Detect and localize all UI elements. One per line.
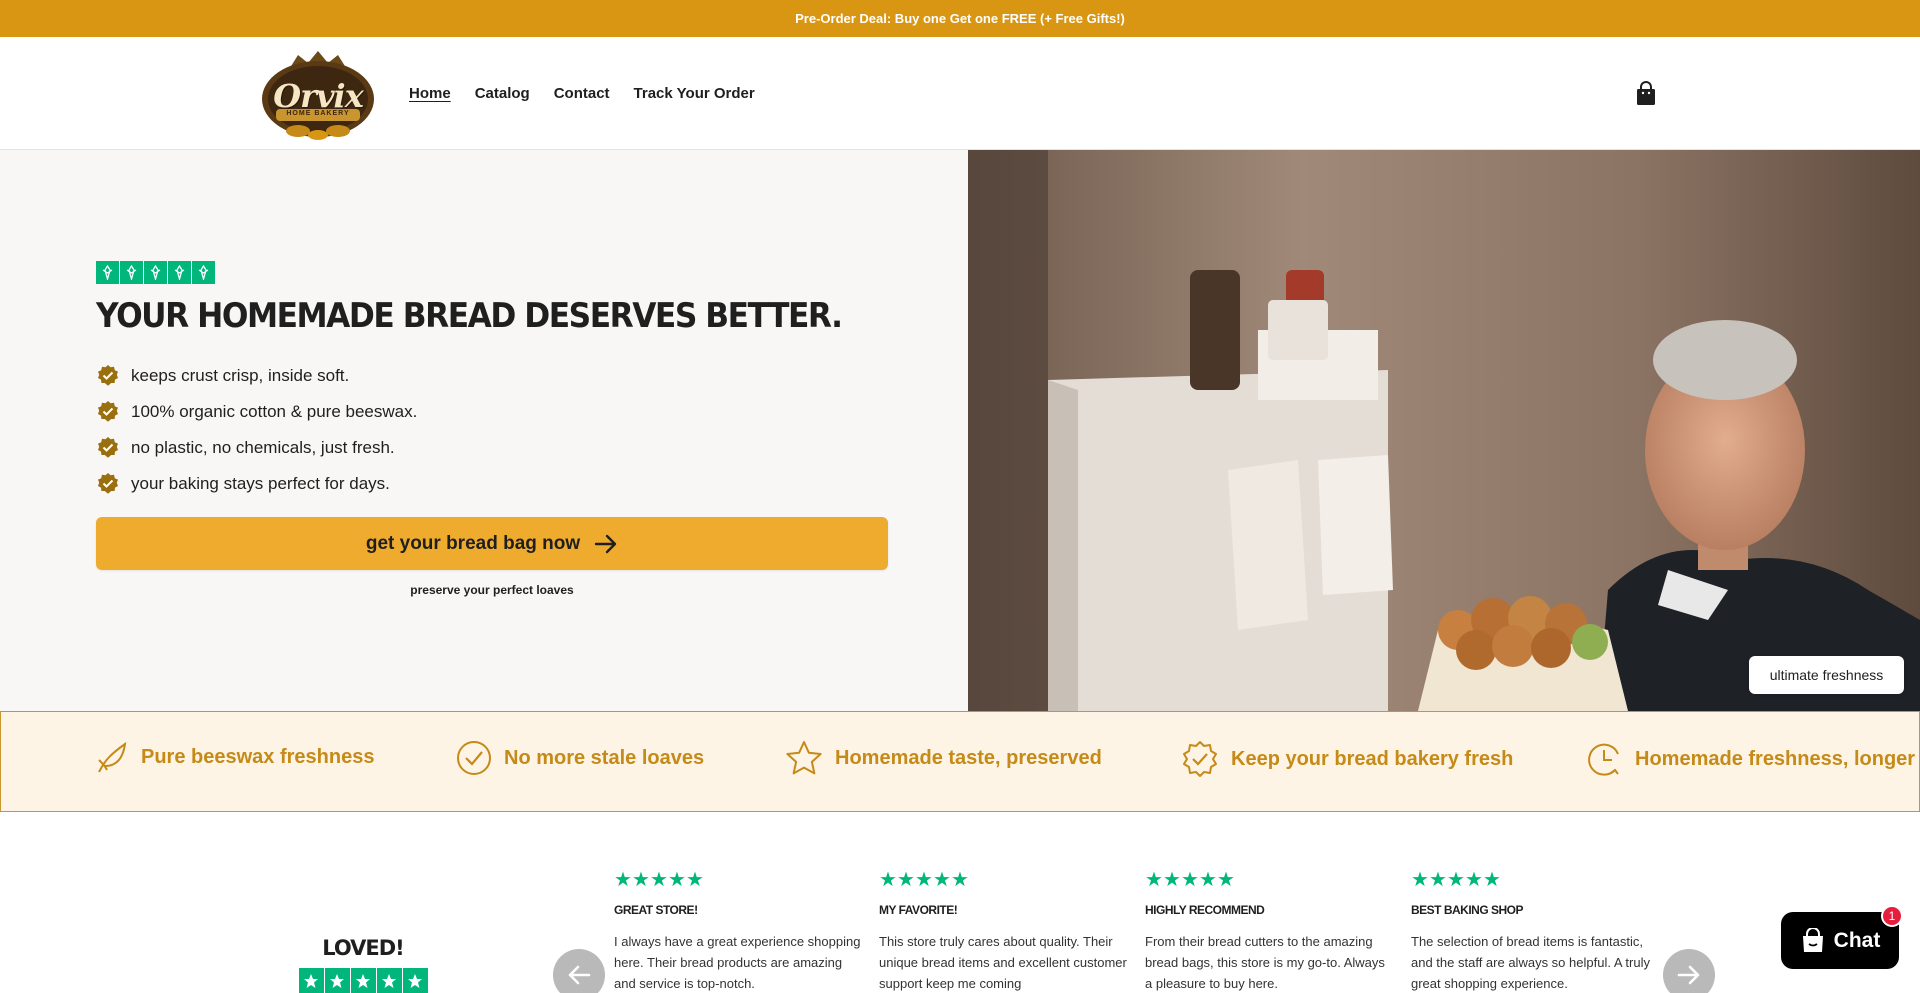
- arrow-right-icon: [594, 534, 617, 553]
- star-icon: [324, 968, 350, 993]
- wheat-star-icon: [168, 261, 191, 284]
- arrow-right-icon: [1677, 965, 1700, 985]
- star-icon: [376, 968, 402, 993]
- nav-catalog[interactable]: Catalog: [475, 85, 530, 102]
- feature-item: Keep your bread bakery fresh: [1181, 740, 1513, 778]
- shopping-bag-icon[interactable]: [1634, 81, 1658, 107]
- benefit-text: no plastic, no chemicals, just fresh.: [131, 438, 395, 457]
- reviews-section: LOVED! ★ ★ ★ ★ ★ GREAT STORE! I always have …: [0, 812, 1920, 993]
- clock-icon: [1588, 743, 1619, 776]
- benefit-item: keeps crust crisp, inside soft.: [96, 358, 417, 394]
- site-header: Orvix HOME BAKERY Home Catalog Contact T…: [0, 37, 1920, 150]
- feature-item: Homemade freshness, longer: [1585, 740, 1915, 778]
- benefit-text: keeps crust crisp, inside soft.: [131, 366, 350, 385]
- announcement-bar: Pre-Order Deal: Buy one Get one FREE (+ …: [0, 0, 1920, 37]
- badge-check-icon: [1183, 741, 1217, 777]
- feature-item: No more stale loaves: [456, 740, 704, 776]
- star-icon: [298, 968, 324, 993]
- nav-track-order[interactable]: Track Your Order: [634, 85, 755, 102]
- review-stars: ★ ★ ★ ★ ★: [614, 869, 704, 891]
- reviews-heading: LOVED!: [322, 936, 405, 960]
- announcement-text: Pre-Order Deal: Buy one Get one FREE (+ …: [795, 11, 1125, 26]
- arrow-left-icon: [568, 965, 591, 985]
- loved-badge: LOVED!: [298, 936, 428, 993]
- cta-label: get your bread bag now: [365, 532, 581, 554]
- review-card: ★ ★ ★ ★ ★ MY FAVORITE! This store truly care…: [879, 869, 1129, 993]
- benefit-text: your baking stays perfect for days.: [131, 474, 390, 493]
- feature-item: Pure beeswax freshness: [95, 740, 374, 774]
- review-title: BEST BAKING SHOP: [1411, 903, 1524, 917]
- hero-rating-stars: [96, 261, 215, 284]
- star-icon: [350, 968, 376, 993]
- star-icon: [786, 741, 822, 775]
- check-badge-icon: [98, 401, 118, 422]
- review-text: The selection of bread items is fantasti…: [1411, 934, 1650, 991]
- hero-photo: [968, 150, 1920, 711]
- chat-bag-icon: [1802, 927, 1823, 952]
- feature-label: Keep your bread bakery fresh: [1231, 747, 1514, 770]
- review-stars: ★ ★ ★ ★ ★: [1411, 869, 1501, 891]
- review-text: From their bread cutters to the amazing …: [1145, 934, 1385, 991]
- logo-subtitle: HOME BAKERY: [286, 110, 350, 117]
- review-text: I always have a great experience shoppin…: [614, 934, 861, 991]
- benefit-text: 100% organic cotton & pure beeswax.: [131, 402, 418, 421]
- hero-title: YOUR HOMEMADE BREAD DESERVES BETTER.: [96, 296, 843, 336]
- check-circle-icon: [457, 741, 491, 775]
- chat-label: Chat: [1833, 928, 1881, 952]
- review-card: ★ ★ ★ ★ ★ HIGHLY RECOMMEND From their bread …: [1145, 869, 1395, 993]
- freshness-tag: ultimate freshness: [1749, 656, 1904, 694]
- review-title: MY FAVORITE!: [879, 903, 958, 917]
- orvix-logo[interactable]: Orvix HOME BAKERY: [258, 49, 378, 141]
- review-stars: ★ ★ ★ ★ ★: [1145, 869, 1235, 891]
- review-card: ★ ★ ★ ★ ★ GREAT STORE! I always have a great…: [614, 869, 864, 993]
- review-title: GREAT STORE!: [614, 903, 698, 917]
- feature-label: Homemade freshness, longer: [1635, 747, 1916, 770]
- benefit-item: your baking stays perfect for days.: [96, 466, 417, 502]
- star-icon: [402, 968, 428, 993]
- check-badge-icon: [98, 437, 118, 458]
- hero-benefits-list: keeps crust crisp, inside soft. 100% org…: [96, 358, 417, 502]
- reviews-next-button[interactable]: [1663, 949, 1715, 993]
- benefit-item: 100% organic cotton & pure beeswax.: [96, 394, 417, 430]
- nav-home[interactable]: Home: [409, 85, 451, 102]
- wheat-star-icon: [96, 261, 119, 284]
- cta-subtext: preserve your perfect loaves: [410, 583, 574, 597]
- benefit-item: no plastic, no chemicals, just fresh.: [96, 430, 417, 466]
- reviews-prev-button[interactable]: [553, 949, 605, 993]
- review-text: This store truly cares about quality. Th…: [879, 934, 1127, 991]
- wheat-star-icon: [120, 261, 143, 284]
- wheat-star-icon: [192, 261, 215, 284]
- leaf-icon: [98, 741, 127, 773]
- check-badge-icon: [98, 365, 118, 386]
- review-card: ★ ★ ★ ★ ★ BEST BAKING SHOP The selection of …: [1411, 869, 1661, 993]
- wheat-star-icon: [144, 261, 167, 284]
- feature-item: Homemade taste, preserved: [785, 740, 1102, 776]
- check-badge-icon: [98, 473, 118, 494]
- feature-label: No more stale loaves: [504, 746, 705, 769]
- get-bread-bag-button[interactable]: get your bread bag now: [96, 517, 888, 570]
- review-stars: ★ ★ ★ ★ ★: [879, 869, 969, 891]
- feature-label: Pure beeswax freshness: [141, 745, 375, 768]
- review-title: HIGHLY RECOMMEND: [1145, 903, 1265, 917]
- features-strip: Pure beeswax freshness No more stale loa…: [0, 711, 1920, 812]
- chat-notification-badge: 1: [1881, 905, 1903, 927]
- main-nav: Home Catalog Contact Track Your Order: [409, 85, 755, 102]
- nav-contact[interactable]: Contact: [554, 85, 610, 102]
- feature-label: Homemade taste, preserved: [835, 746, 1102, 769]
- trustpilot-stars: [298, 968, 428, 993]
